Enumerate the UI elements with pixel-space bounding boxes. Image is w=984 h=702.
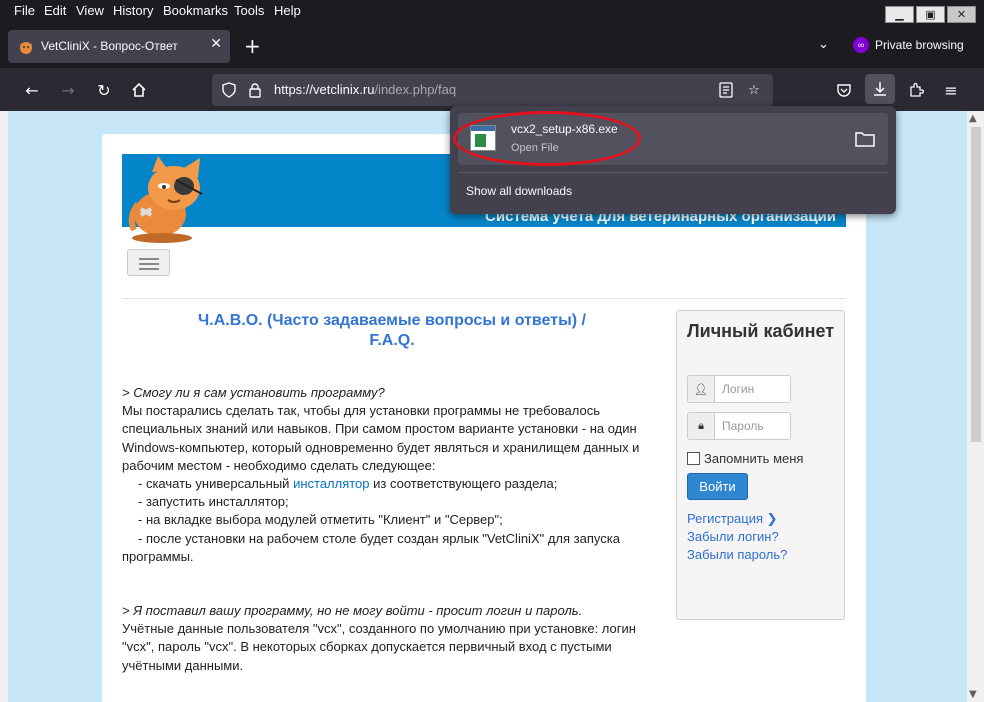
folder-icon[interactable]: [854, 129, 876, 149]
hamburger-line-icon: [139, 268, 159, 270]
scrollbar-thumb[interactable]: [971, 127, 981, 442]
faq-answer: Учётные данные пользователя "vcx", созда…: [122, 621, 636, 673]
faq-question: > Смогу ли я сам установить программу?: [122, 385, 385, 400]
maximize-icon: ▣: [925, 8, 936, 21]
menu-view[interactable]: View: [76, 3, 104, 18]
pocket-button[interactable]: [830, 76, 858, 104]
remember-me-checkbox[interactable]: [687, 452, 700, 465]
lock-icon[interactable]: [246, 81, 264, 99]
hamburger-line-icon: [139, 258, 159, 260]
scroll-up-arrow-icon[interactable]: ▲: [969, 113, 977, 124]
divider: [122, 298, 846, 299]
faq-answer: Мы постарались сделать так, чтобы для ус…: [122, 403, 640, 473]
menu-tools[interactable]: Tools: [234, 3, 264, 18]
faq-step-text: из соответствующего раздела;: [369, 476, 558, 492]
remember-me[interactable]: Запомнить меня: [687, 451, 803, 466]
private-browsing-indicator: ∞ Private browsing: [853, 37, 964, 53]
login-panel-title: Личный кабинет: [687, 321, 835, 341]
maximize-button[interactable]: ▣: [916, 6, 945, 23]
hamburger-menu-icon: ≡: [944, 80, 958, 100]
forgot-password-link[interactable]: Забыли пароль?: [687, 547, 787, 562]
faq-step-text: - скачать универсальный: [138, 476, 294, 492]
faq-step: - запустить инсталлятор;: [138, 494, 289, 510]
url-host: https://vetclinix.ru: [274, 82, 375, 97]
extensions-button[interactable]: [902, 76, 930, 104]
menu-bookmarks[interactable]: Bookmarks: [163, 3, 228, 18]
lock-icon: 🔒︎: [688, 413, 715, 439]
login-input[interactable]: [716, 376, 790, 402]
faq-question: > Я поставил вашу программу, но не могу …: [122, 603, 583, 619]
login-panel: Личный кабинет 👤︎ 🔒︎ Запомнить меня Войт…: [676, 310, 845, 620]
list-all-tabs-chevron-icon[interactable]: ⌄: [818, 37, 829, 52]
faq-step: - скачать универсальный инсталлятор из с…: [122, 475, 642, 493]
minimize-icon: ▁: [895, 8, 904, 21]
minimize-button[interactable]: ▁: [885, 6, 914, 23]
pocket-icon: [837, 84, 851, 97]
chevron-right-icon: ❯: [766, 511, 778, 526]
faq-title: Ч.А.В.О. (Часто задаваемые вопросы и отв…: [198, 312, 586, 349]
url-path: /index.php/faq: [374, 82, 457, 97]
forward-button[interactable]: →: [54, 76, 82, 104]
reader-view-icon[interactable]: [717, 81, 735, 99]
menu-bar: File Edit View History Bookmarks Tools H…: [0, 0, 984, 24]
downloads-button[interactable]: [865, 74, 895, 104]
reload-button[interactable]: ↻: [90, 76, 118, 104]
login-field[interactable]: 👤︎: [687, 375, 791, 403]
password-input[interactable]: [716, 413, 790, 439]
tab-close-icon[interactable]: ✕: [210, 36, 222, 52]
tab-title: VetCliniX - Вопрос-Ответ: [41, 39, 178, 53]
vetclinix-favicon-icon: [20, 42, 32, 54]
installer-link[interactable]: инсталлятор: [293, 476, 369, 491]
downloads-divider: [458, 172, 888, 173]
menu-edit[interactable]: Edit: [44, 3, 66, 18]
tab-vetclinix[interactable]: VetCliniX - Вопрос-Ответ ✕: [8, 30, 230, 63]
site-menu-toggle[interactable]: [127, 249, 170, 276]
home-button[interactable]: [125, 76, 153, 104]
forward-arrow-icon: →: [61, 80, 75, 100]
faq-step: - после установки на рабочем столе будет…: [122, 530, 620, 564]
navigation-toolbar: ← → ↻ https://vetclinix.ru/index.php/faq…: [0, 68, 984, 111]
private-mask-icon: ∞: [853, 37, 869, 53]
highlight-annotation: [453, 111, 641, 166]
show-all-downloads-button[interactable]: Show all downloads: [466, 184, 572, 198]
page-scrollbar[interactable]: ▲ ▼: [967, 111, 984, 702]
back-arrow-icon: ←: [25, 80, 39, 100]
content-container: Система учета для ветеринарных организац…: [102, 134, 866, 702]
download-arrow-icon: [874, 82, 886, 96]
register-link-label: Регистрация: [687, 511, 763, 526]
menu-file[interactable]: File: [14, 3, 35, 18]
remember-me-label: Запомнить меня: [704, 451, 804, 466]
faq-body: > Смогу ли я сам установить программу? М…: [122, 384, 642, 675]
menu-history[interactable]: History: [113, 3, 153, 18]
url-bar[interactable]: https://vetclinix.ru/index.php/faq ☆: [212, 74, 773, 106]
cat-logo-icon: [128, 156, 203, 243]
app-menu-button[interactable]: ≡: [937, 76, 965, 104]
private-browsing-label: Private browsing: [875, 38, 964, 52]
forgot-login-link[interactable]: Забыли логин?: [687, 529, 779, 544]
menu-help[interactable]: Help: [274, 3, 301, 18]
login-button[interactable]: Войти: [687, 473, 748, 500]
faq-step: - на вкладке выбора модулей отметить "Кл…: [138, 512, 503, 528]
tab-bar: VetCliniX - Вопрос-Ответ ✕ + ⌄ ∞ Private…: [0, 24, 984, 68]
new-tab-button[interactable]: +: [244, 36, 261, 56]
user-icon: 👤︎: [688, 376, 715, 402]
browser-chrome: File Edit View History Bookmarks Tools H…: [0, 0, 984, 111]
reload-icon: ↻: [97, 80, 111, 100]
hamburger-line-icon: [139, 263, 159, 265]
window-controls: ▁ ▣ ✕: [885, 6, 976, 23]
url-text: https://vetclinix.ru/index.php/faq: [274, 82, 456, 97]
close-window-button[interactable]: ✕: [947, 6, 976, 23]
window-left-edge: [0, 111, 8, 702]
home-icon: [132, 82, 146, 97]
password-field[interactable]: 🔒︎: [687, 412, 791, 440]
puzzle-piece-icon: [910, 82, 924, 97]
bookmark-star-icon[interactable]: ☆: [745, 81, 763, 99]
register-link[interactable]: Регистрация ❯: [687, 511, 778, 527]
close-icon: ✕: [956, 8, 967, 21]
tracking-protection-shield-icon[interactable]: [220, 81, 238, 99]
scroll-down-arrow-icon[interactable]: ▼: [969, 689, 977, 700]
back-button[interactable]: ←: [18, 76, 46, 104]
